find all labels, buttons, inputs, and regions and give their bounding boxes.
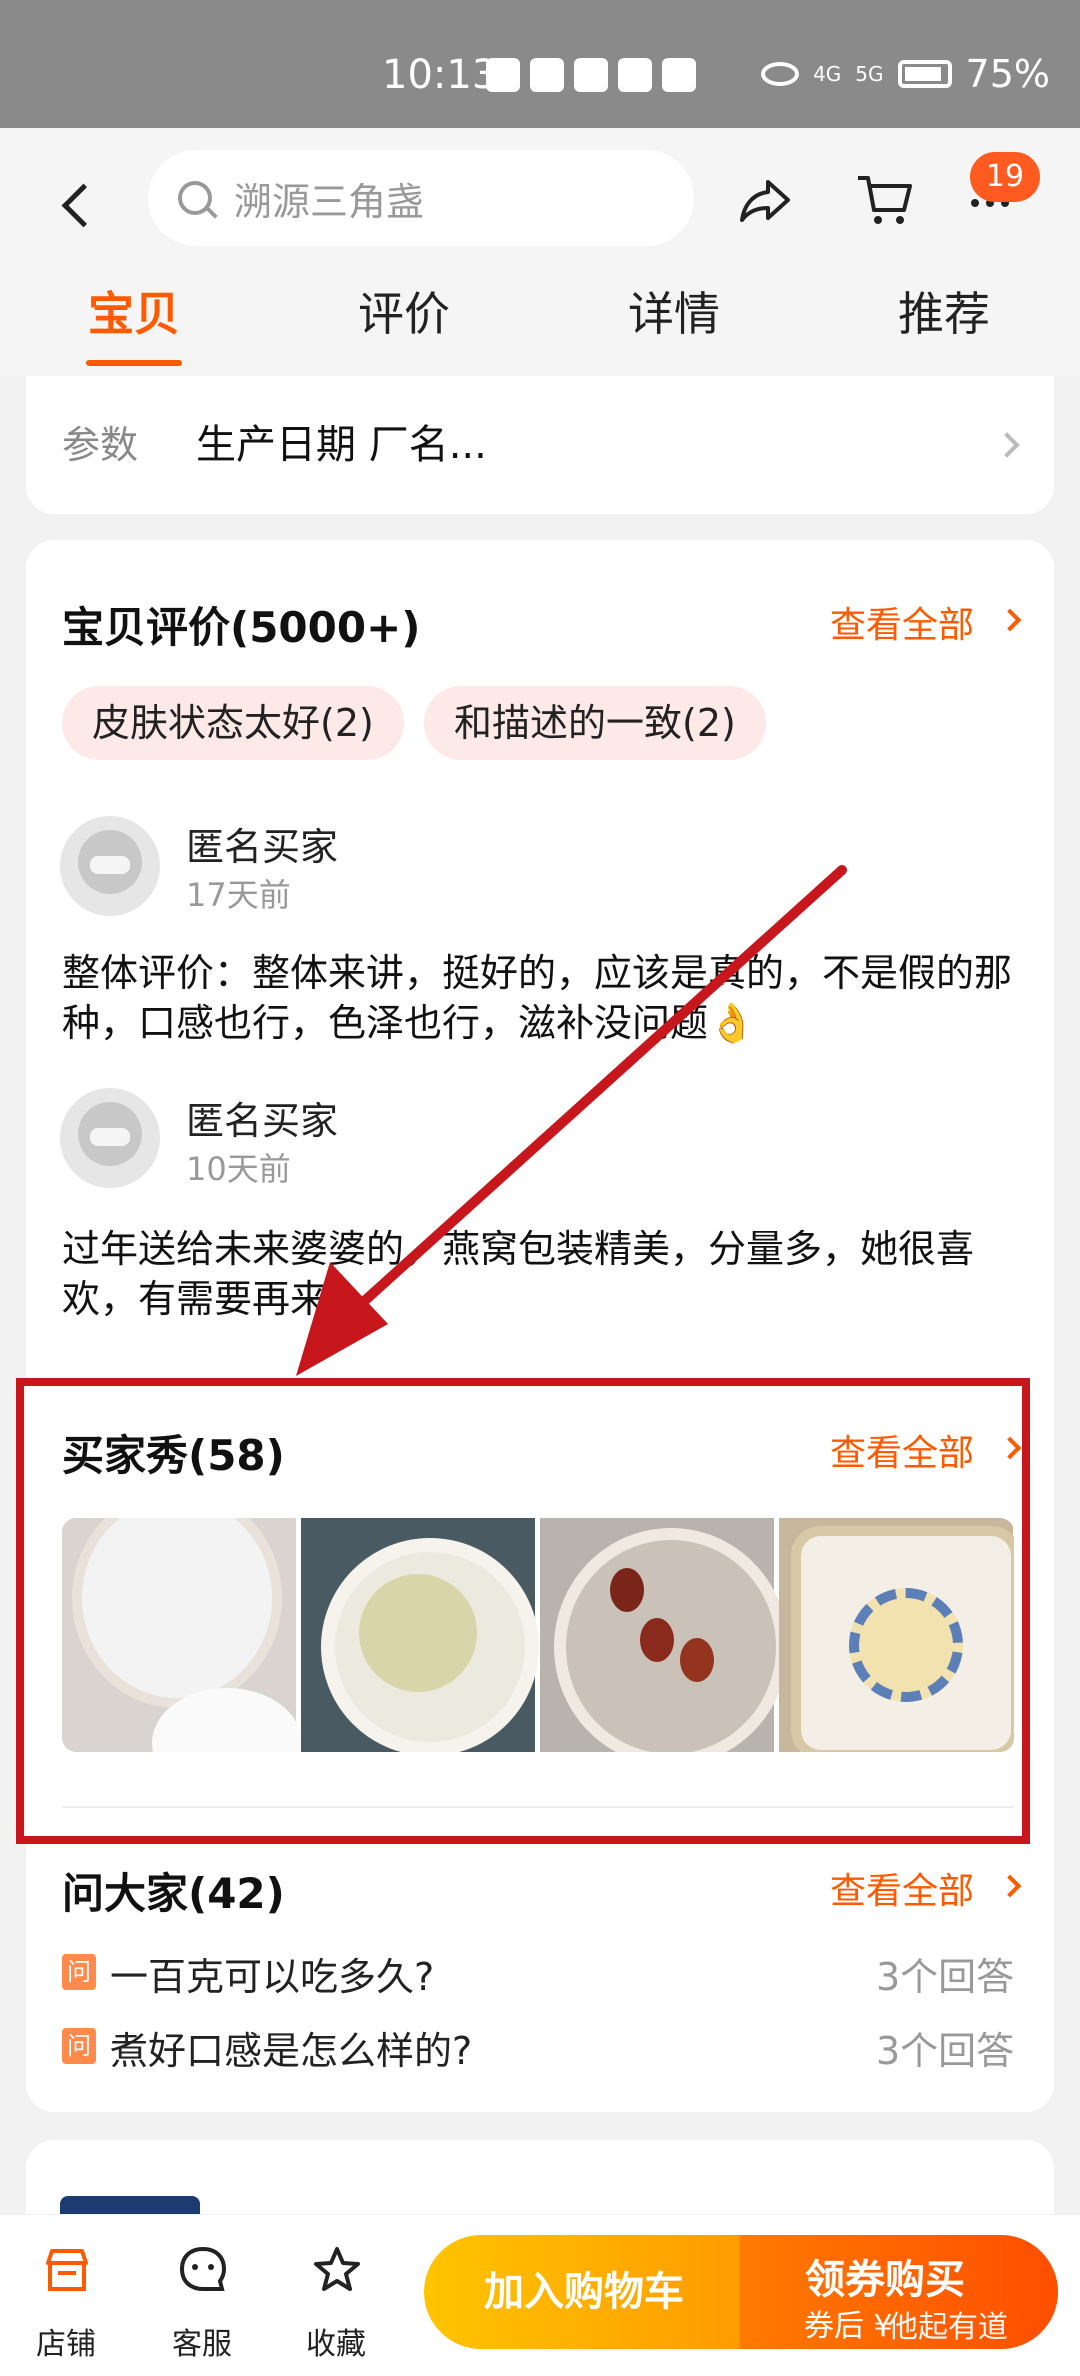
share-icon[interactable] [738,178,792,224]
active-tab-indicator [86,360,182,366]
favorite-button[interactable]: 收藏 [276,2215,396,2376]
search-bar[interactable]: 溯源三角盏 [148,150,694,246]
chevron-right-icon [994,432,1020,458]
qa-see-all-link[interactable]: 查看全部 [830,1862,974,1914]
bottom-action-bar: 店铺 客服 收藏 加入购物车 领券购买 券后 ¥ [0,2214,1080,2376]
qa-answer-count: 3个回答 [876,1955,1015,1999]
app-notification-icon [574,58,608,92]
review-text: 整体评价：整体来讲，挺好的，应该是真的，不是假的那种，口感也行，色泽也行，滋补没… [62,951,1013,1045]
customer-service-button[interactable]: 客服 [142,2215,262,2376]
cart-icon[interactable] [856,172,912,228]
reviews-card: 宝贝评价(5000+) 查看全部 皮肤状态太好(2) 和描述的一致(2) 匿名买… [26,540,1054,2112]
chat-icon [179,2246,227,2291]
qa-answer-count: 3个回答 [876,2029,1015,2073]
tab-bar: 宝贝 评价 详情 推荐 [0,278,1080,376]
search-input[interactable]: 溯源三角盏 [234,171,424,226]
question-icon: 问 [62,2028,96,2064]
battery-percent: 75% [965,52,1050,96]
buy-sublabel: 券后 ¥ [804,2309,893,2344]
product-header: 溯源三角盏 19 宝贝 评价 详情 推荐 [0,128,1080,376]
tab-recommend[interactable]: 推荐 [898,278,990,344]
battery-icon [897,60,952,88]
star-icon [314,2247,360,2291]
notification-icons [486,58,696,92]
tab-item[interactable]: 宝贝 [88,278,180,344]
params-label: 参数 [62,423,139,467]
review-time: 17天前 [186,876,291,914]
review-tag[interactable]: 和描述的一致(2) [424,686,766,760]
watermark: 他起有道 [888,2310,1008,2345]
search-icon [178,181,212,215]
review-time: 10天前 [186,1150,291,1188]
app-notification-icon [662,58,696,92]
review-text: 过年送给未来婆婆的，燕窝包装精美，分量多，她很喜欢，有需要再来！ [62,1227,975,1321]
chevron-right-icon [998,608,1022,632]
service-label: 客服 [172,2327,232,2362]
status-time: 10:13 [382,52,498,98]
shop-button[interactable]: 店铺 [6,2215,126,2376]
signal-4g-icon: 4G [813,62,842,86]
reviews-see-all-link[interactable]: 查看全部 [830,596,974,648]
review-tag[interactable]: 皮肤状态太好(2) [62,686,404,760]
reviewer-name: 匿名买家 [186,1099,339,1143]
tab-details[interactable]: 详情 [628,278,720,344]
qa-title: 问大家(42) [62,1869,285,1918]
params-row[interactable]: 参数 生产日期 厂名... [26,376,1054,514]
shop-label: 店铺 [36,2327,96,2362]
params-value: 生产日期 厂名... [196,422,487,468]
qa-question[interactable]: 煮好口感是怎么样的? [110,2020,472,2075]
favorite-label: 收藏 [306,2327,366,2362]
avatar [60,816,160,916]
reviews-title: 宝贝评价(5000+) [62,603,421,652]
chevron-right-icon [998,1874,1022,1898]
avatar [60,1088,160,1188]
app-notification-icon [486,58,520,92]
app-notification-icon [618,58,652,92]
store-icon [46,2249,88,2291]
question-icon: 问 [62,1954,96,1990]
tab-reviews[interactable]: 评价 [358,278,450,344]
qa-question[interactable]: 一百克可以吃多久? [110,1946,434,2001]
annotation-highlight-box [16,1378,1030,1844]
signal-5g-icon: 5G [855,62,884,86]
status-right: 4G 5G 75% [761,52,1050,96]
buy-label: 领券购买 [805,2257,965,2303]
app-notification-icon [530,58,564,92]
back-icon[interactable] [54,172,104,242]
eye-icon [761,62,800,86]
add-to-cart-button[interactable]: 加入购物车 [424,2235,744,2349]
status-bar: 10:13 4G 5G 75% [0,0,1080,128]
cart-count-badge: 19 [970,152,1040,202]
reviewer-name: 匿名买家 [186,825,339,869]
